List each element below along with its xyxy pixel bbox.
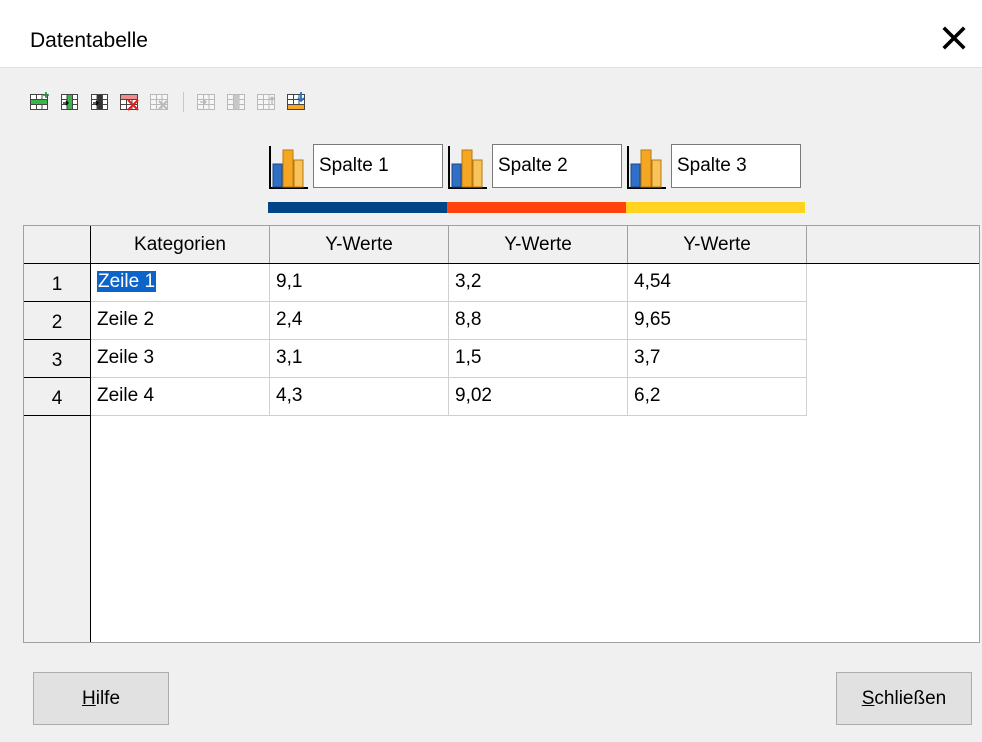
move-left-icon[interactable] <box>256 91 278 113</box>
bar-chart-icon <box>268 144 310 190</box>
table-cell[interactable]: 3,2 <box>449 264 628 302</box>
close-label: chließen <box>874 688 947 709</box>
table-cell[interactable]: 6,2 <box>628 378 807 416</box>
series-name-input-2[interactable] <box>492 144 622 188</box>
insert-text-column-icon[interactable] <box>89 91 111 113</box>
toolbar-separator <box>183 92 184 112</box>
table-cell[interactable]: Zeile 4 <box>91 378 270 416</box>
row-header-column: 1 2 3 4 <box>24 226 91 642</box>
column-header-row: Kategorien Y-Werte Y-Werte Y-Werte <box>91 226 979 264</box>
column-header-y-values-1[interactable]: Y-Werte <box>270 226 449 263</box>
move-up-icon[interactable] <box>196 91 218 113</box>
title-bar: Datentabelle <box>0 0 982 68</box>
delete-row-icon[interactable] <box>119 91 141 113</box>
series-column-2 <box>447 144 626 213</box>
column-header-categories[interactable]: Kategorien <box>91 226 270 263</box>
help-button[interactable]: Hilfe <box>33 672 169 725</box>
row-number-3[interactable]: 3 <box>24 340 90 378</box>
series-column-1 <box>268 144 447 213</box>
table-cell[interactable]: Zeile 2 <box>91 302 270 340</box>
move-right-icon[interactable] <box>286 91 308 113</box>
grid-corner <box>24 226 91 264</box>
table-cell[interactable]: 9,1 <box>270 264 449 302</box>
table-cell[interactable]: 9,65 <box>628 302 807 340</box>
table-cell[interactable]: 9,02 <box>449 378 628 416</box>
dialog-title: Datentabelle <box>30 29 148 52</box>
table-cell[interactable]: 3,1 <box>270 340 449 378</box>
table-cell[interactable]: 2,4 <box>270 302 449 340</box>
insert-series-icon[interactable] <box>59 91 81 113</box>
help-label: ilfe <box>95 688 121 709</box>
column-header-y-values-2[interactable]: Y-Werte <box>449 226 628 263</box>
series-name-input-3[interactable] <box>671 144 801 188</box>
series-name-input-1[interactable] <box>313 144 443 188</box>
data-table-dialog: Datentabelle Spalte 1 Spalte 2 Spalte 3 … <box>0 0 982 742</box>
data-grid: 1 2 3 4 Kategorien Y-Werte Y-Werte Y-Wer… <box>23 225 980 643</box>
row-number-4[interactable]: 4 <box>24 378 90 416</box>
bar-chart-icon <box>447 144 489 190</box>
delete-series-icon[interactable] <box>149 91 171 113</box>
series-color-bar-3 <box>626 202 805 213</box>
row-number-1[interactable]: 1 <box>24 264 90 302</box>
row-number-2[interactable]: 2 <box>24 302 90 340</box>
table-cell[interactable]: 4,3 <box>270 378 449 416</box>
insert-row-icon[interactable] <box>29 91 51 113</box>
help-accelerator: H <box>81 688 96 709</box>
table-cell[interactable]: Zeile 3 <box>91 340 270 378</box>
series-color-bar-1 <box>268 202 447 213</box>
move-down-icon[interactable] <box>226 91 248 113</box>
table-cell[interactable]: 3,7 <box>628 340 807 378</box>
close-accelerator: S <box>861 688 875 709</box>
toolbar <box>29 90 308 114</box>
close-icon[interactable] <box>940 24 968 52</box>
series-column-3 <box>626 144 805 213</box>
table-cell[interactable]: Zeile 1 <box>91 264 270 302</box>
table-cell[interactable]: 4,54 <box>628 264 807 302</box>
series-color-bar-2 <box>447 202 626 213</box>
selected-cell-text: Zeile 1 <box>97 271 157 292</box>
table-cell[interactable]: 1,5 <box>449 340 628 378</box>
column-header-y-values-3[interactable]: Y-Werte <box>628 226 807 263</box>
close-button[interactable]: Schließen <box>836 672 972 725</box>
bar-chart-icon <box>626 144 668 190</box>
table-cell[interactable]: 8,8 <box>449 302 628 340</box>
